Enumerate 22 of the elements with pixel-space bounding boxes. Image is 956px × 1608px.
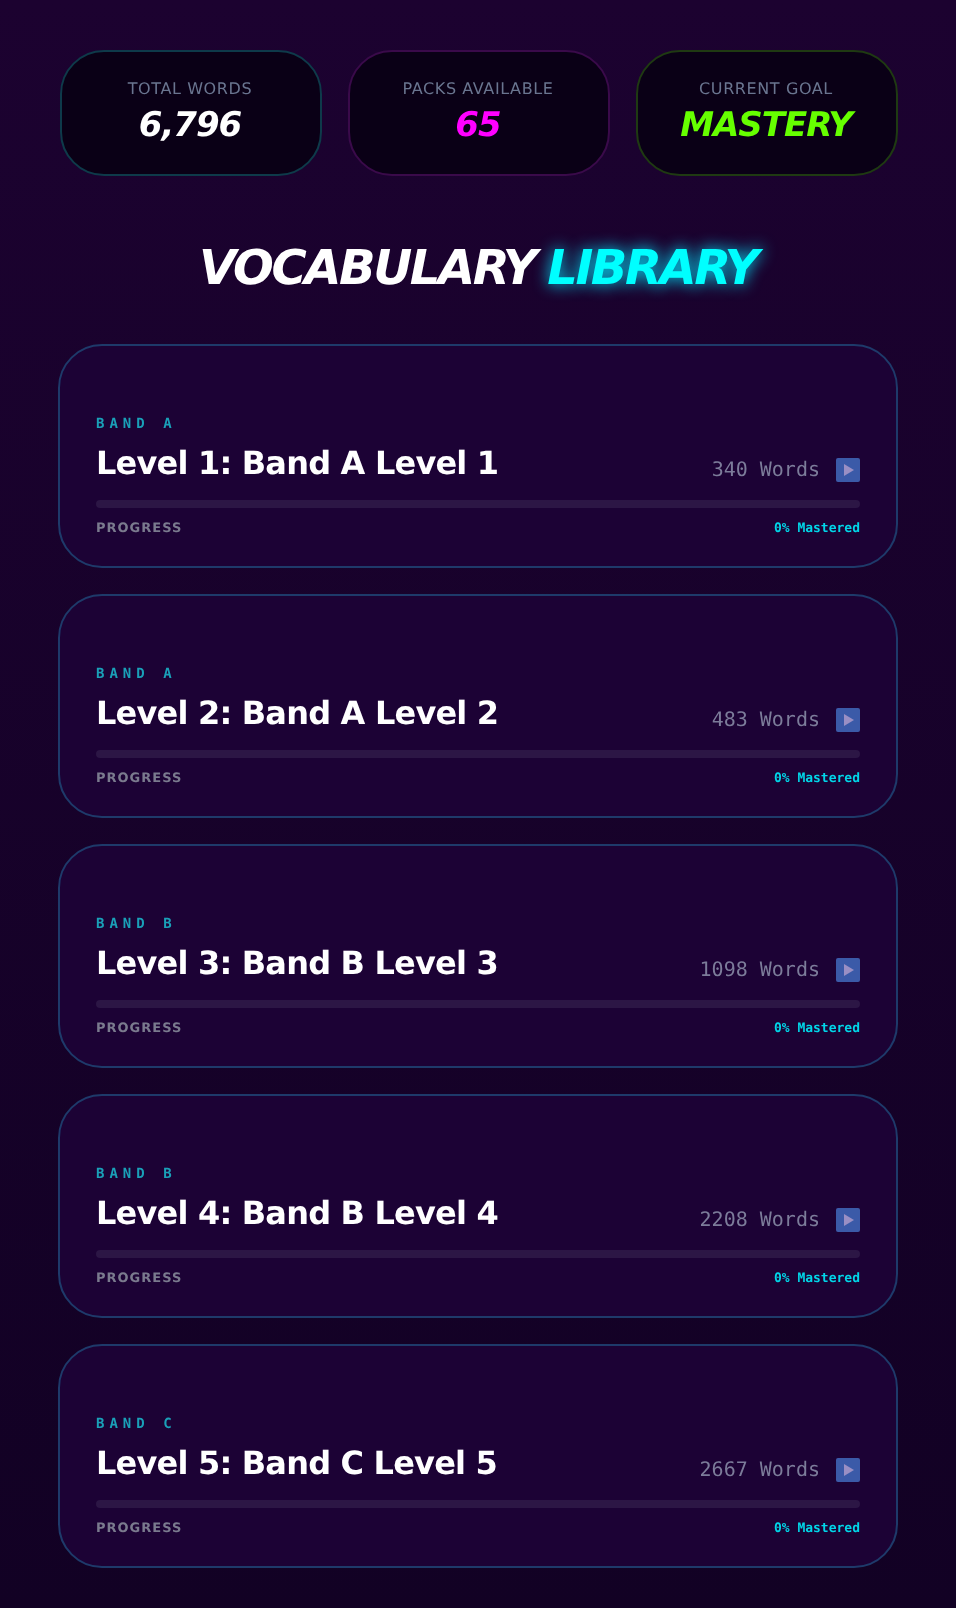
play-icon[interactable] — [836, 708, 860, 732]
page-title: VOCABULARY — [199, 240, 536, 296]
pack-title: Level 1: Band A Level 1 — [96, 443, 499, 481]
play-icon[interactable] — [836, 1458, 860, 1482]
play-icon[interactable] — [836, 458, 860, 482]
stat-value: 65 — [455, 106, 501, 146]
play-icon[interactable] — [836, 1208, 860, 1232]
word-count: 2208 Words — [699, 1209, 820, 1231]
stat-label: TOTAL WORDS — [127, 80, 253, 98]
pack-title: Level 2: Band A Level 2 — [96, 693, 499, 731]
play-icon[interactable] — [836, 958, 860, 982]
pack-title: Level 5: Band C Level 5 — [96, 1443, 498, 1481]
word-count: 2667 Words — [699, 1459, 820, 1481]
word-count: 483 Words — [711, 709, 820, 731]
pack-title: Level 3: Band B Level 3 — [96, 943, 498, 981]
pack-title: Level 4: Band B Level 4 — [96, 1193, 498, 1231]
stat-value: 6,796 — [138, 106, 242, 146]
word-count: 1098 Words — [699, 959, 820, 981]
stat-label: PACKS AVAILABLE — [402, 80, 554, 98]
stat-value: MASTERY — [680, 106, 852, 146]
stat-label: CURRENT GOAL — [699, 80, 833, 98]
word-count: 340 Words — [711, 459, 820, 481]
